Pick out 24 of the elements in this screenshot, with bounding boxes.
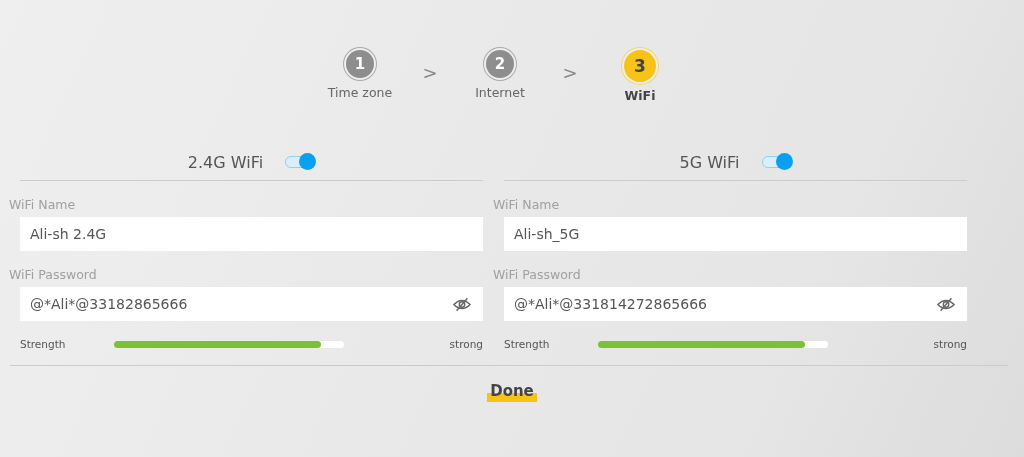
band-title: 2.4G WiFi bbox=[187, 152, 264, 172]
step-label: WiFi bbox=[624, 88, 656, 103]
strength-reading: strong bbox=[932, 338, 967, 350]
eye-slash-icon[interactable] bbox=[937, 296, 955, 312]
step-label: Time zone bbox=[327, 85, 393, 100]
strength-label: Strength bbox=[504, 338, 551, 350]
toggle-switch[interactable] bbox=[761, 156, 792, 168]
step-label: Internet bbox=[475, 85, 525, 100]
field-label: WiFi Name bbox=[9, 197, 77, 212]
strength-label: Strength bbox=[20, 338, 67, 350]
password-field[interactable]: @*Ali*@331814272865666 bbox=[504, 287, 967, 321]
password-field[interactable]: @*Ali*@33182865666 bbox=[20, 287, 483, 321]
step-separator: > bbox=[561, 62, 579, 83]
step-separator: > bbox=[421, 62, 439, 83]
field-label: WiFi Password bbox=[493, 267, 582, 282]
eye-slash-icon[interactable] bbox=[453, 296, 471, 312]
strength-reading: strong bbox=[448, 338, 483, 350]
band-title: 5G WiFi bbox=[679, 152, 740, 172]
field-label: WiFi Password bbox=[9, 267, 98, 282]
toggle-switch[interactable] bbox=[285, 156, 316, 168]
input-field[interactable]: Ali-sh_5G bbox=[504, 217, 967, 251]
field-label: WiFi Name bbox=[493, 197, 561, 212]
step-number[interactable]: 3 bbox=[624, 50, 656, 82]
input-field[interactable]: Ali-sh 2.4G bbox=[20, 217, 483, 251]
